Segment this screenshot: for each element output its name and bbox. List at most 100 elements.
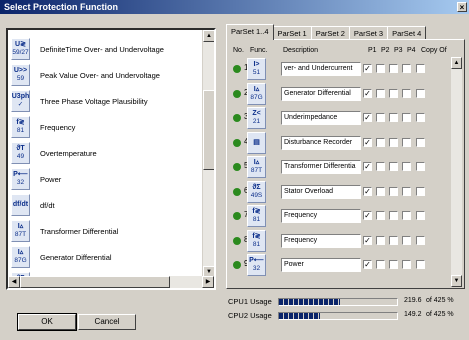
checkbox-copy-of[interactable] bbox=[416, 162, 425, 171]
checkbox-p1[interactable]: ✓ bbox=[363, 260, 372, 269]
checkbox-copy-of[interactable] bbox=[416, 64, 425, 73]
list-item[interactable]: U≷ 59/27 DefiniteTime Over- and Undervolta… bbox=[8, 36, 204, 62]
checkbox-p2[interactable] bbox=[376, 260, 385, 269]
ok-button[interactable]: OK bbox=[17, 313, 77, 331]
checkbox-p2[interactable] bbox=[376, 162, 385, 171]
checkbox-p3[interactable] bbox=[389, 162, 398, 171]
frequency-icon[interactable]: f≷ 81 bbox=[247, 205, 266, 227]
list-item[interactable]: f≷ 81 Frequency bbox=[8, 114, 204, 140]
power-icon[interactable]: P⟵ 32 bbox=[247, 254, 266, 276]
list-item[interactable]: U>> 59 Peak Value Over- and Undervoltage bbox=[8, 62, 204, 88]
checkbox-p3[interactable] bbox=[389, 186, 398, 196]
checkbox-copy-of[interactable] bbox=[416, 235, 425, 245]
table-vertical-scrollbar[interactable]: ▲ ▼ bbox=[451, 57, 462, 287]
transformer-diff-icon: I▵ 87T bbox=[11, 220, 30, 242]
checkbox-p1[interactable]: ✓ bbox=[363, 137, 372, 147]
description-field[interactable]: Disturbance Recorder bbox=[281, 135, 361, 150]
description-field[interactable]: Transformer Differentia bbox=[281, 160, 361, 174]
checkbox-p4[interactable] bbox=[402, 186, 411, 196]
description-field[interactable]: Power bbox=[281, 258, 361, 272]
list-item[interactable]: I▵ 87G Generator Differential bbox=[8, 244, 204, 270]
generator-diff-icon[interactable]: I▵ 87G bbox=[247, 82, 266, 105]
checkbox-copy-of[interactable] bbox=[416, 211, 425, 220]
checkbox-p4[interactable] bbox=[402, 64, 411, 73]
checkbox-p2[interactable] bbox=[376, 137, 385, 147]
description-field[interactable]: Frequency bbox=[281, 209, 361, 223]
hscroll-thumb[interactable] bbox=[20, 276, 170, 288]
description-field[interactable]: Frequency bbox=[281, 233, 361, 248]
checkbox-p2[interactable] bbox=[376, 64, 385, 73]
scroll-thumb[interactable] bbox=[203, 90, 214, 170]
overcurrent-icon[interactable]: I> 51 bbox=[247, 58, 266, 80]
checkbox-p3[interactable] bbox=[389, 260, 398, 269]
checkbox-copy-of[interactable] bbox=[416, 260, 425, 269]
checkbox-p3[interactable] bbox=[389, 88, 398, 98]
checkbox-p1[interactable]: ✓ bbox=[363, 162, 372, 171]
checkbox-p3[interactable] bbox=[389, 137, 398, 147]
tab-parset-1[interactable]: ParSet 1 bbox=[272, 26, 312, 40]
cpu-progress-bar bbox=[278, 312, 398, 320]
checkbox-p4[interactable] bbox=[402, 137, 411, 147]
checkbox-p4[interactable] bbox=[402, 235, 411, 245]
description-field[interactable]: Stator Overload bbox=[281, 184, 361, 199]
checkbox-p1[interactable]: ✓ bbox=[363, 113, 372, 122]
table-scroll-down-button[interactable]: ▼ bbox=[451, 275, 462, 287]
scroll-up-button[interactable]: ▲ bbox=[203, 30, 214, 42]
checkbox-p1[interactable]: ✓ bbox=[363, 64, 372, 73]
checkbox-copy-of[interactable] bbox=[416, 113, 425, 122]
checkbox-p1[interactable]: ✓ bbox=[363, 211, 372, 220]
checkbox-p4[interactable] bbox=[402, 113, 411, 122]
checkbox-p4[interactable] bbox=[402, 260, 411, 269]
checkbox-p1[interactable]: ✓ bbox=[363, 235, 372, 245]
list-item[interactable]: df/dt df/dt bbox=[8, 192, 204, 218]
power-icon: P⟵ 32 bbox=[11, 168, 30, 190]
list-horizontal-scrollbar[interactable]: ◀ ▶ bbox=[8, 276, 214, 288]
checkbox-p2[interactable] bbox=[376, 211, 385, 220]
checkbox-p3[interactable] bbox=[389, 113, 398, 122]
checkbox-p4[interactable] bbox=[402, 88, 411, 98]
list-item[interactable]: ϑT 49 Overtemperature bbox=[8, 140, 204, 166]
list-item-label: DefiniteTime Over- and Undervoltage bbox=[40, 44, 164, 54]
checkbox-p4[interactable] bbox=[402, 162, 411, 171]
checkbox-p1[interactable]: ✓ bbox=[363, 88, 372, 98]
table-row: 6ϑΣ49SStator Overload✓ bbox=[228, 180, 452, 205]
transformer-diff-icon[interactable]: I▵ 87T bbox=[247, 156, 266, 178]
list-item-label: df/dt bbox=[40, 200, 55, 210]
checkbox-p2[interactable] bbox=[376, 235, 385, 245]
checkbox-copy-of[interactable] bbox=[416, 186, 425, 196]
close-button[interactable]: × bbox=[457, 2, 467, 12]
table-scroll-up-button[interactable]: ▲ bbox=[451, 57, 462, 69]
underimpedance-icon[interactable]: Z< 21 bbox=[247, 107, 266, 129]
checkbox-p4[interactable] bbox=[402, 211, 411, 220]
checkbox-copy-of[interactable] bbox=[416, 137, 425, 147]
list-item-label: Power bbox=[40, 174, 62, 184]
stator-overload-icon[interactable]: ϑΣ 49S bbox=[247, 180, 266, 203]
tab-parset-0[interactable]: ParSet 1..4 bbox=[226, 24, 274, 40]
checkbox-p2[interactable] bbox=[376, 186, 385, 196]
list-item[interactable]: P⟵ 32 Power bbox=[8, 166, 204, 192]
disturbance-recorder-icon[interactable]: ▤ bbox=[247, 131, 266, 154]
checkbox-p3[interactable] bbox=[389, 235, 398, 245]
checkbox-p3[interactable] bbox=[389, 211, 398, 220]
tab-parset-3[interactable]: ParSet 3 bbox=[348, 26, 389, 40]
checkbox-p3[interactable] bbox=[389, 64, 398, 73]
description-field[interactable]: Underimpedance bbox=[281, 111, 361, 125]
scroll-right-button[interactable]: ▶ bbox=[202, 276, 214, 288]
col-no: No. bbox=[233, 47, 244, 54]
description-field[interactable]: Generator Differential bbox=[281, 86, 361, 101]
list-item[interactable]: I▵ 87T Transformer Differential bbox=[8, 218, 204, 244]
list-vertical-scrollbar[interactable]: ▲ ▼ bbox=[202, 30, 214, 278]
description-field[interactable]: ver- and Undercurrent bbox=[281, 62, 361, 76]
tab-parset-2[interactable]: ParSet 2 bbox=[310, 26, 350, 40]
checkbox-p2[interactable] bbox=[376, 88, 385, 98]
frequency-icon[interactable]: f≷ 81 bbox=[247, 229, 266, 252]
checkbox-p2[interactable] bbox=[376, 113, 385, 122]
checkbox-copy-of[interactable] bbox=[416, 88, 425, 98]
function-list[interactable]: U≷ 59/27 DefiniteTime Over- and Undervolta… bbox=[6, 28, 216, 290]
list-item[interactable]: U3ph ✓ Three Phase Voltage Plausibility bbox=[8, 88, 204, 114]
cancel-button[interactable]: Cancel bbox=[78, 314, 136, 330]
checkbox-p1[interactable]: ✓ bbox=[363, 186, 372, 196]
scroll-left-button[interactable]: ◀ bbox=[8, 276, 20, 288]
overtemperature-icon: ϑT 49 bbox=[11, 142, 30, 164]
tab-parset-4[interactable]: ParSet 4 bbox=[387, 26, 427, 40]
